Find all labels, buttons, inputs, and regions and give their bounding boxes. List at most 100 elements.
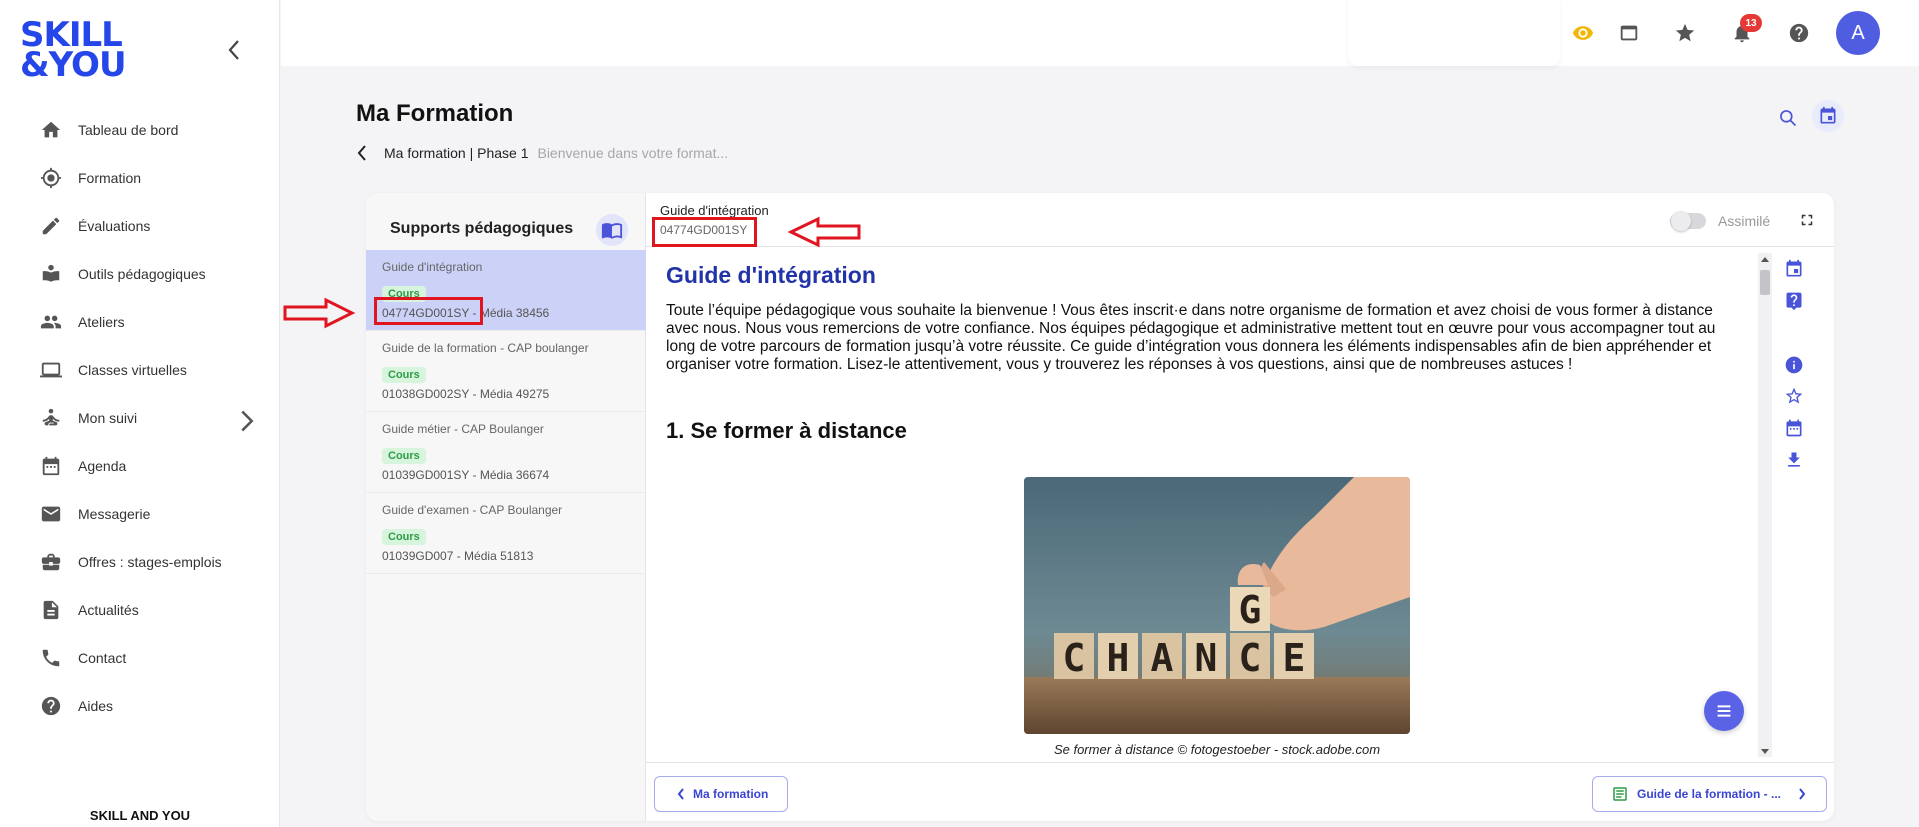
sidebar-item-classes-virtuelles[interactable]: Classes virtuelles xyxy=(0,346,280,394)
illustration: C H A N C E G xyxy=(1024,477,1410,734)
info-icon xyxy=(1785,356,1803,374)
next-button-label: Guide de la formation - ... xyxy=(1637,787,1782,801)
doc-title: Guide métier - CAP Boulanger xyxy=(382,422,544,436)
sidebar-item-contact[interactable]: Contact xyxy=(0,634,280,682)
question-tool-button[interactable] xyxy=(1780,287,1808,315)
sidebar-item-evaluations[interactable]: Évaluations xyxy=(0,202,280,250)
breadcrumb-current[interactable]: Ma formation | Phase 1 xyxy=(384,145,528,161)
article-icon xyxy=(43,600,59,620)
group-icon xyxy=(40,315,62,329)
sidebar-item-offres-stages-emplois[interactable]: Offres : stages-emplois xyxy=(0,538,280,586)
sidebar-item-label: Ateliers xyxy=(78,314,125,330)
sidebar-item-label: Messagerie xyxy=(78,506,151,522)
image-caption: Se former à distance © fotogestoeber - s… xyxy=(1053,742,1381,757)
sidebar-item-label: Outils pédagogiques xyxy=(78,266,206,282)
visibility-button[interactable] xyxy=(1570,20,1596,46)
previous-button-label: Ma formation xyxy=(693,787,769,801)
content-scrollbar[interactable] xyxy=(1758,253,1772,757)
chevron-left-icon xyxy=(357,145,366,161)
list-item[interactable]: Guide d'intégration Cours 04774GD001SY -… xyxy=(366,250,646,331)
supports-book-button[interactable] xyxy=(596,214,628,246)
previous-button[interactable]: Ma formation xyxy=(654,776,788,812)
assimile-toggle[interactable] xyxy=(1670,211,1706,231)
sidebar-nav: Tableau de bord Formation Évaluations Ou… xyxy=(0,106,280,730)
sidebar-item-outils-pedagogiques[interactable]: Outils pédagogiques xyxy=(0,250,280,298)
block-letter: C xyxy=(1063,636,1086,680)
event-calendar-icon xyxy=(1820,106,1836,124)
menu-lines-icon xyxy=(1717,705,1731,717)
next-button[interactable]: Guide de la formation - ... xyxy=(1592,776,1827,812)
doc-type-badge: Cours xyxy=(382,529,426,545)
block-letter: H xyxy=(1107,636,1130,680)
favorites-button[interactable] xyxy=(1672,20,1698,46)
doc-meta: 04774GD001SY - Média 38456 xyxy=(382,306,550,320)
favorite-tool-button[interactable] xyxy=(1780,382,1808,410)
collapse-sidebar-button[interactable] xyxy=(220,36,248,64)
avatar[interactable]: A xyxy=(1836,11,1880,55)
calendar-icon xyxy=(42,456,60,476)
browser-window-icon xyxy=(1620,25,1638,41)
sidebar-item-messagerie[interactable]: Messagerie xyxy=(0,490,280,538)
sidebar-item-label: Classes virtuelles xyxy=(78,362,187,378)
back-button[interactable] xyxy=(352,143,372,163)
sidebar-item-label: Formation xyxy=(78,170,142,186)
sidebar-item-label: Aides xyxy=(78,698,114,714)
block-letter: G xyxy=(1239,588,1262,632)
supports-list: Guide d'intégration Cours 04774GD001SY -… xyxy=(366,250,646,574)
sidebar-item-label: Contact xyxy=(78,650,127,666)
home-icon xyxy=(41,121,61,138)
info-tool-button[interactable] xyxy=(1780,351,1808,379)
page-title: Ma Formation xyxy=(356,100,514,127)
pencil-icon xyxy=(42,217,60,235)
breadcrumb-subtitle: Bienvenue dans votre format... xyxy=(537,145,729,161)
fullscreen-button[interactable] xyxy=(1796,209,1818,231)
list-item[interactable]: Guide de la formation - CAP boulanger Co… xyxy=(366,331,646,412)
sidebar-item-actualites[interactable]: Actualités xyxy=(0,586,280,634)
search-button[interactable] xyxy=(1774,104,1802,132)
sidebar-item-tableau-de-bord[interactable]: Tableau de bord xyxy=(0,106,280,154)
chevron-right-icon xyxy=(241,410,254,432)
formation-viewer: Supports pédagogiques Guide d'intégratio… xyxy=(366,193,1834,821)
block-letter: C xyxy=(1239,636,1262,680)
scroll-down-arrow[interactable] xyxy=(1761,749,1769,754)
download-icon xyxy=(1788,452,1800,467)
list-item[interactable]: Guide d'examen - CAP Boulanger Cours 010… xyxy=(366,493,646,574)
document-header: Guide d'intégration 04774GD001SY Assimil… xyxy=(646,193,1834,247)
sidebar-item-aides[interactable]: Aides xyxy=(0,682,280,730)
sidebar-item-ateliers[interactable]: Ateliers xyxy=(0,298,280,346)
change-blocks-image: C H A N C E G xyxy=(1024,477,1410,734)
sidebar-item-label: Agenda xyxy=(78,458,127,474)
logo[interactable]: SKILL &YOU xyxy=(20,18,130,82)
sidebar: SKILL &YOU Tableau de bord Formation Éva… xyxy=(0,0,280,827)
doc-type-badge: Cours xyxy=(382,448,426,464)
target-icon xyxy=(40,167,62,189)
sidebar-item-agenda[interactable]: Agenda xyxy=(0,442,280,490)
window-button[interactable] xyxy=(1616,20,1642,46)
doc-title: Guide de la formation - CAP boulanger xyxy=(382,341,589,355)
scrollbar-thumb[interactable] xyxy=(1760,270,1770,295)
mail-icon xyxy=(41,506,61,522)
laptop-icon xyxy=(40,362,62,378)
search-icon xyxy=(1780,110,1797,127)
help-button[interactable] xyxy=(1786,20,1812,46)
block-letter: N xyxy=(1195,636,1218,680)
annotation-arrow-right-icon xyxy=(283,297,356,329)
content-heading: Guide d'intégration xyxy=(666,262,876,288)
calendar-tool-button[interactable] xyxy=(1780,414,1808,442)
eye-icon xyxy=(1572,26,1594,40)
help-circle-icon xyxy=(41,696,61,716)
doc-type-badge: Cours xyxy=(382,367,426,383)
document-footer: Ma formation Guide de la formation - ... xyxy=(646,762,1834,821)
download-tool-button[interactable] xyxy=(1780,446,1808,474)
doc-type-badge: Cours xyxy=(382,286,426,302)
sidebar-item-label: Évaluations xyxy=(78,218,151,234)
sidebar-item-mon-suivi[interactable]: Mon suivi xyxy=(0,394,280,442)
help-circle-icon xyxy=(1789,23,1809,43)
event-tool-button[interactable] xyxy=(1780,255,1808,283)
menu-fab-button[interactable] xyxy=(1704,691,1744,731)
list-item[interactable]: Guide métier - CAP Boulanger Cours 01039… xyxy=(366,412,646,493)
briefcase-icon xyxy=(41,553,61,571)
calendar-button[interactable] xyxy=(1812,100,1844,132)
sidebar-item-formation[interactable]: Formation xyxy=(0,154,280,202)
scroll-up-arrow[interactable] xyxy=(1761,257,1769,262)
